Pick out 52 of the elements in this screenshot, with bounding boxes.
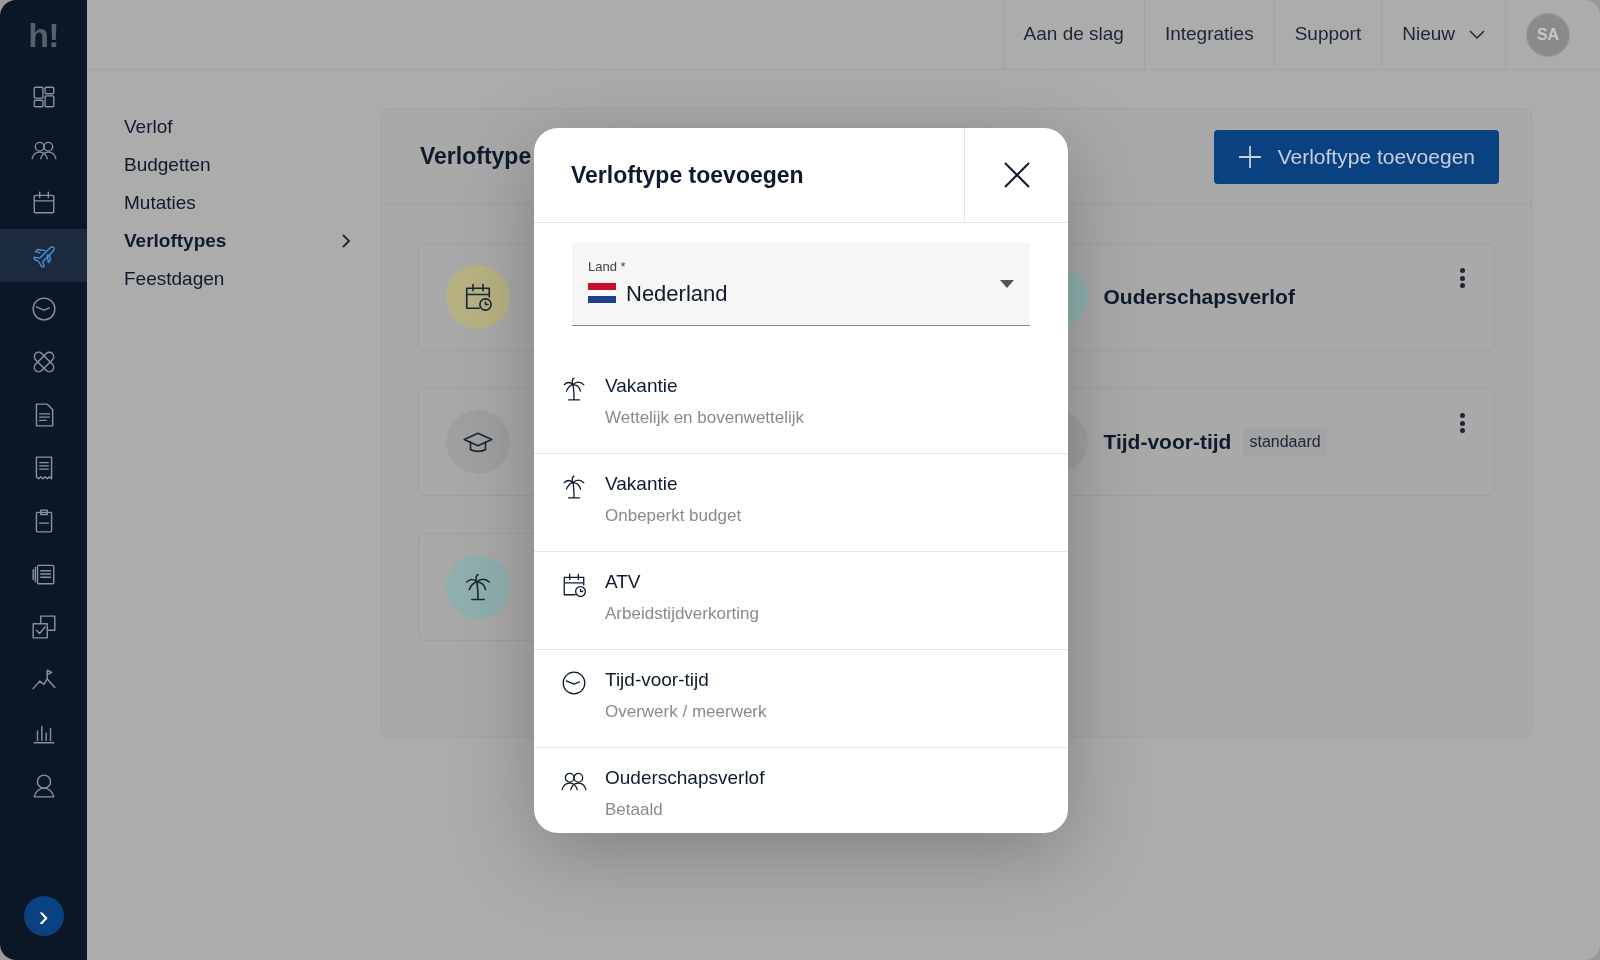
leave-type-option[interactable]: Tijd-voor-tijd Overwerk / meerwerk (534, 650, 1068, 748)
subnav-item[interactable]: Feestdagen (124, 260, 351, 298)
chevron-right-icon (341, 233, 351, 249)
plus-icon (1237, 144, 1262, 169)
calendar-clock-icon (561, 572, 587, 598)
subnav-item[interactable]: Verloftypes (124, 222, 351, 260)
default-tag: standaard (1243, 428, 1327, 456)
clock-icon (561, 670, 587, 696)
top-nav-link[interactable]: Integraties (1143, 0, 1274, 69)
clock-icon (30, 295, 57, 322)
palm-tree-icon (561, 376, 587, 402)
add-leave-type-button[interactable]: Verloftype toevoegen (1213, 129, 1499, 184)
subnav-item[interactable]: Verlof (124, 108, 351, 146)
dropdown-caret-icon (1000, 280, 1014, 288)
card-title: Ouderschapsverlof (1103, 284, 1295, 311)
logo: h! (28, 14, 59, 56)
calendar-clock-icon (463, 282, 493, 312)
option-title: Ouderschapsverlof (605, 766, 765, 790)
top-nav-link[interactable]: Nieuw (1381, 0, 1505, 69)
leave-type-option[interactable]: Ouderschapsverlof Betaald (534, 748, 1068, 833)
kebab-menu-button[interactable] (1458, 268, 1466, 288)
option-subtitle: Wettelijk en bovenwettelijk (605, 406, 805, 429)
option-title: ATV (605, 570, 642, 594)
palm-tree-icon (463, 572, 493, 602)
field-label: Land * (588, 258, 627, 275)
top-nav-link[interactable]: Support (1273, 0, 1382, 69)
leave-type-option[interactable]: Vakantie Wettelijk en bovenwettelijk (534, 356, 1068, 454)
checkbox-icon (30, 613, 57, 640)
leave-type-option[interactable]: Vakantie Onbeperkt budget (534, 454, 1068, 552)
expand-button[interactable]: › (23, 896, 64, 936)
page-title: Verloftype (420, 142, 532, 172)
country-select[interactable]: Land * Nederland (572, 243, 1030, 326)
option-subtitle: Onbeperkt budget (605, 504, 742, 527)
subnav-item[interactable]: Budgetten (124, 146, 351, 184)
option-subtitle: Overwerk / meerwerk (605, 700, 767, 723)
nav-icon-button[interactable] (0, 229, 87, 282)
option-title: Vakantie (605, 374, 679, 398)
card-title: Tijd-voor-tijd (1103, 429, 1232, 456)
modal-title: Verloftype toevoegen (571, 160, 804, 190)
close-icon (1002, 161, 1031, 189)
option-title: Tijd-voor-tijd (605, 668, 710, 692)
option-subtitle: Arbeidstijdverkorting (605, 602, 759, 625)
chevron-down-icon (1469, 29, 1485, 40)
leave-type-option[interactable]: ATV Arbeidstijdverkorting (534, 552, 1068, 650)
field-value: Nederland (626, 279, 728, 308)
kebab-menu-button[interactable] (1458, 413, 1466, 433)
palm-tree-icon (561, 474, 587, 500)
subnav-item[interactable]: Mutaties (124, 184, 351, 222)
option-subtitle: Betaald (605, 798, 664, 821)
top-nav-link[interactable]: Aan de slag (1002, 0, 1144, 69)
option-title: Vakantie (605, 472, 679, 496)
dutch-flag-icon (588, 283, 616, 303)
